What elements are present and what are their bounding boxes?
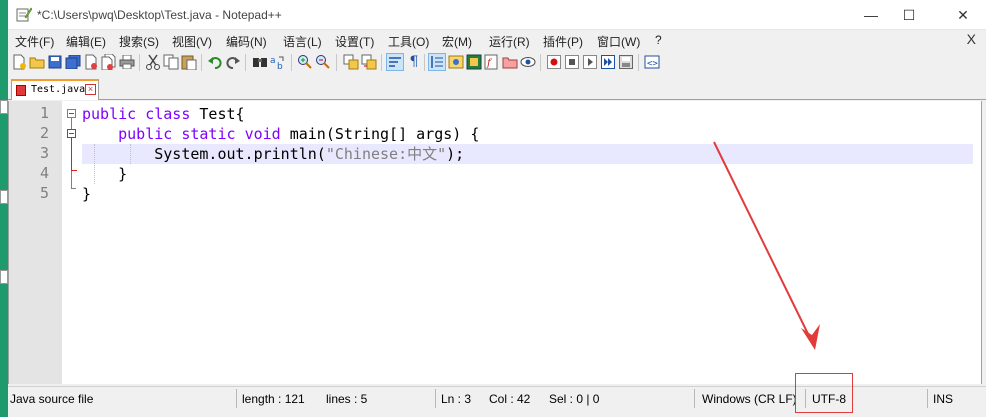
annotation-arrow [713, 141, 820, 350]
